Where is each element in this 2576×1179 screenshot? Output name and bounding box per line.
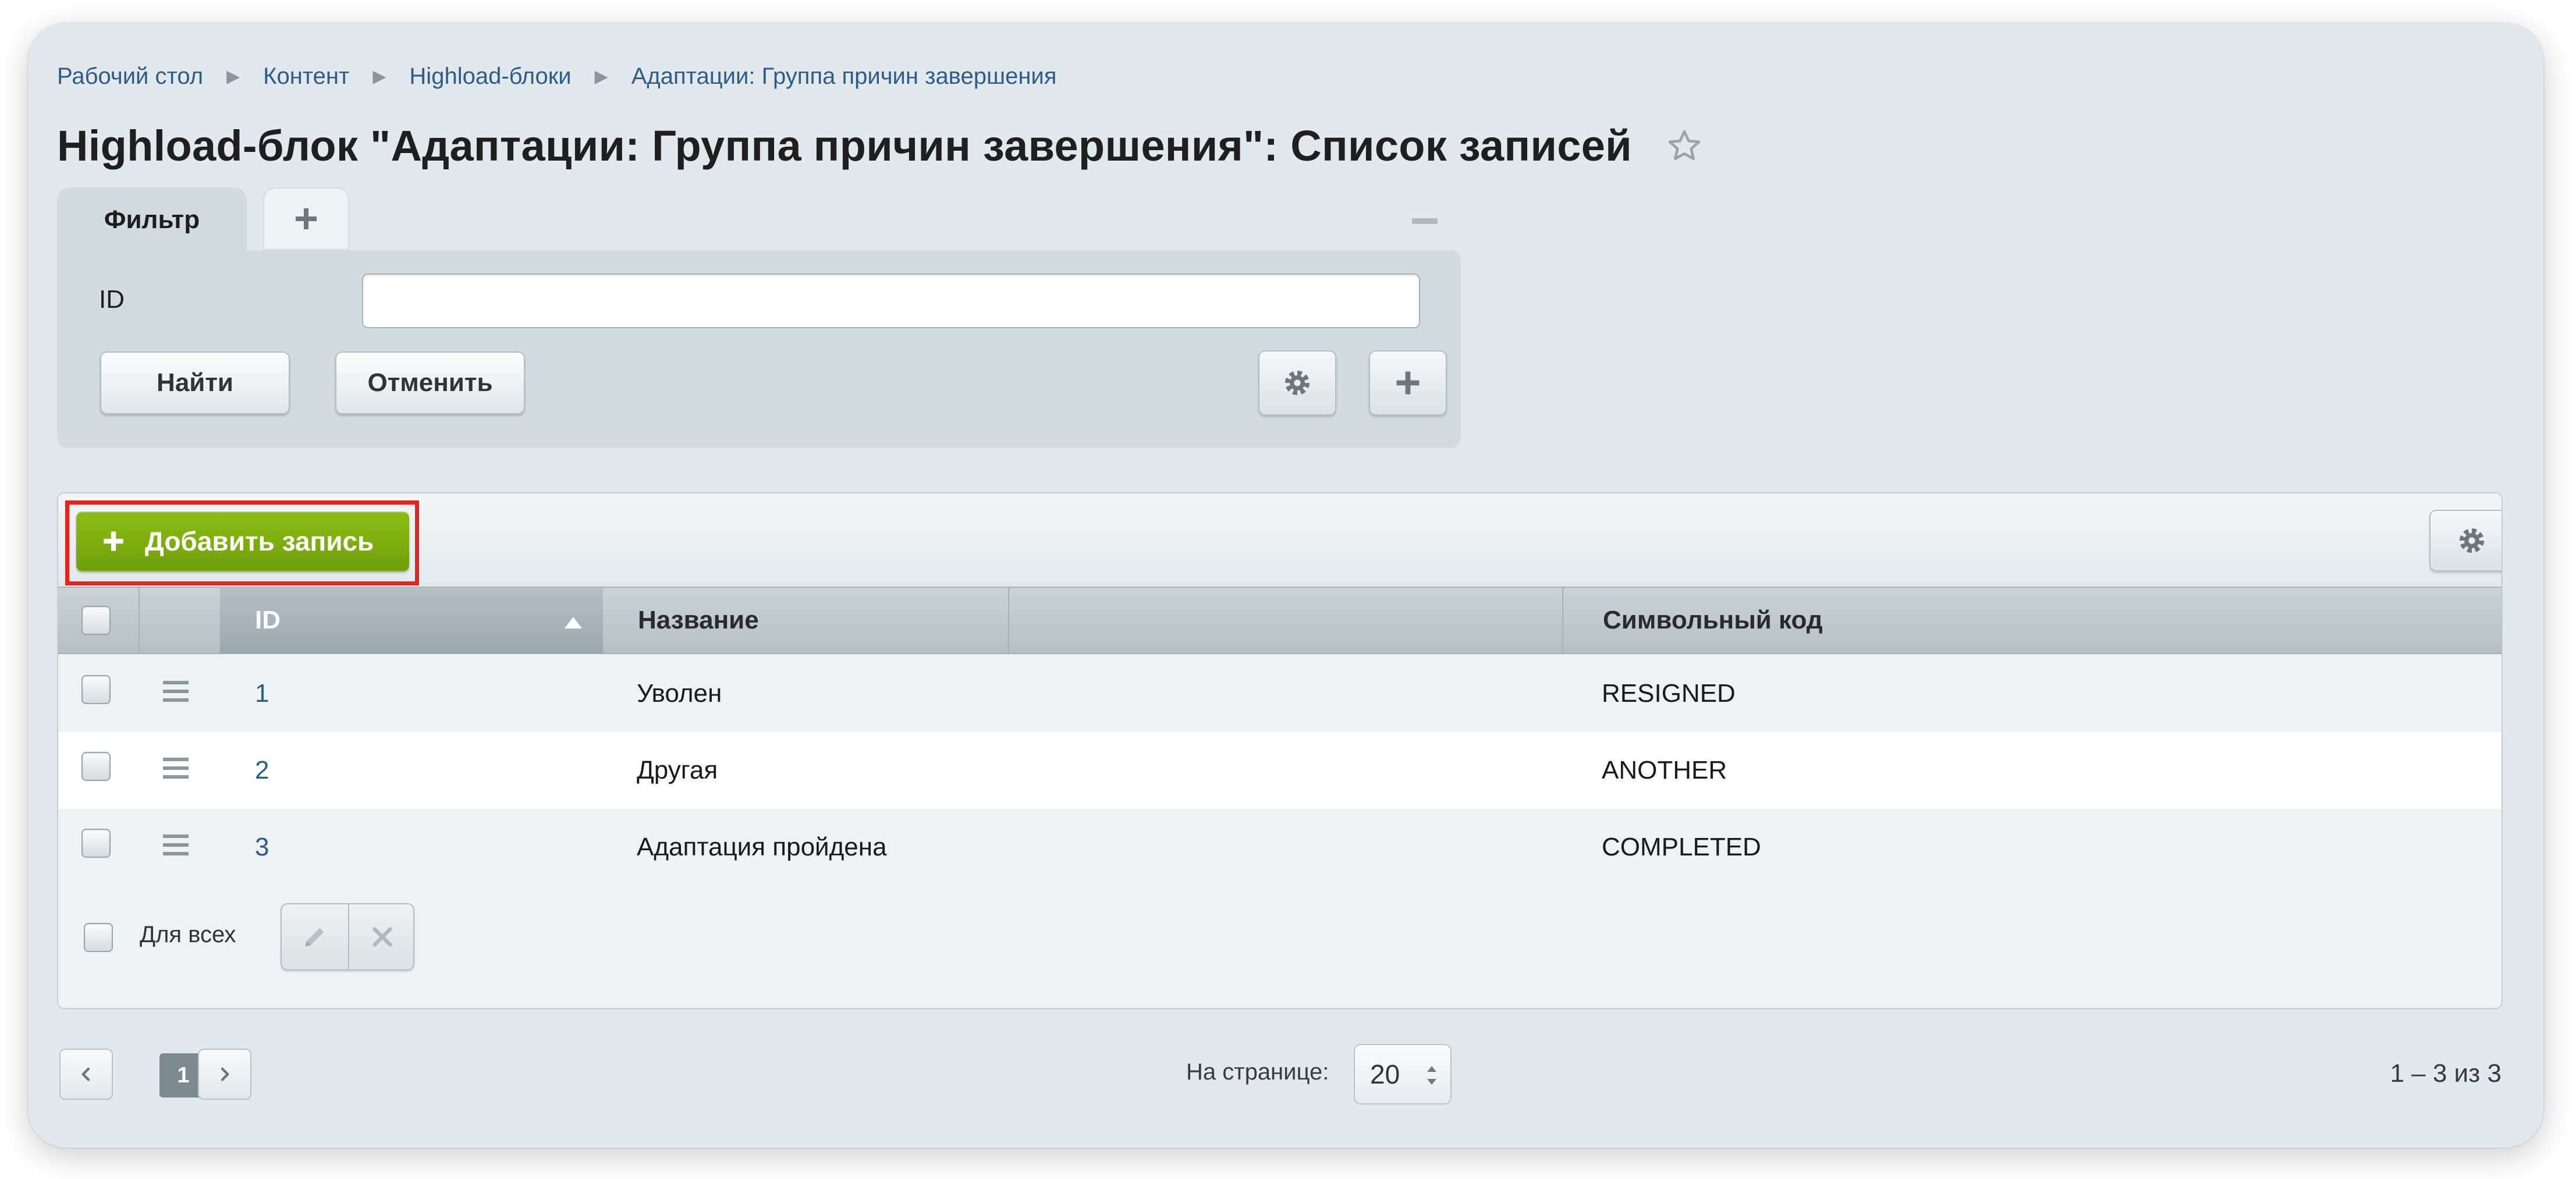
filter-add-field-button[interactable] xyxy=(1369,350,1447,416)
breadcrumb-item-current[interactable]: Адаптации: Группа причин завершения xyxy=(631,63,1057,90)
gear-icon xyxy=(1285,370,1310,396)
header-divider xyxy=(139,588,140,653)
breadcrumb-item-desktop[interactable]: Рабочий стол xyxy=(57,63,203,90)
breadcrumb: Рабочий стол ▶ Контент ▶ Highload-блоки … xyxy=(57,62,1056,91)
filter-panel: ID Найти Отменить xyxy=(57,250,1461,448)
add-record-button[interactable]: Добавить запись xyxy=(76,512,409,571)
select-all-checkbox[interactable] xyxy=(81,606,111,635)
per-page-label: На странице: xyxy=(1186,1059,1329,1085)
gear-icon xyxy=(2459,528,2485,553)
edit-button[interactable] xyxy=(282,904,348,970)
next-page-button[interactable] xyxy=(198,1049,251,1100)
records-grid: Добавить запись ID Название Символьный к… xyxy=(57,492,2503,1009)
table-row[interactable]: 3 Адаптация пройдена COMPLETED xyxy=(58,809,2502,886)
row-checkbox[interactable] xyxy=(81,829,111,858)
chevron-right-icon: ▶ xyxy=(594,66,608,86)
grid-footer: Для всех xyxy=(58,887,2502,1008)
breadcrumb-item-highload[interactable]: Highload-блоки xyxy=(409,63,571,90)
records-total: 1 – 3 из 3 xyxy=(2390,1059,2502,1088)
row-checkbox[interactable] xyxy=(81,752,111,781)
add-record-label: Добавить запись xyxy=(145,526,374,556)
filter-add-tab-button[interactable] xyxy=(263,187,349,250)
column-header-id[interactable]: ID xyxy=(220,588,603,653)
cancel-button[interactable]: Отменить xyxy=(335,351,525,414)
filter-settings-button[interactable] xyxy=(1258,350,1336,416)
row-code: RESIGNED xyxy=(1602,679,1736,708)
column-header-code[interactable]: Символьный код xyxy=(1603,588,1823,653)
filter-id-input[interactable] xyxy=(362,274,1420,328)
row-menu-icon[interactable] xyxy=(163,834,189,855)
plus-icon xyxy=(296,208,317,229)
plus-icon xyxy=(1396,371,1420,395)
group-actions xyxy=(281,903,414,971)
filter-collapse-minus-icon[interactable] xyxy=(1412,218,1438,224)
chevron-right-icon: ▶ xyxy=(226,66,240,86)
close-icon xyxy=(372,927,392,947)
table-row[interactable]: 2 Другая ANOTHER xyxy=(58,732,2502,809)
column-header-id-label: ID xyxy=(255,606,281,634)
header-divider xyxy=(1008,588,1009,653)
grid-header: ID Название Символьный код xyxy=(58,587,2502,654)
star-icon[interactable] xyxy=(1666,127,1703,165)
chevron-left-icon xyxy=(81,1067,90,1081)
per-page-select[interactable]: 20 xyxy=(1354,1044,1452,1105)
row-menu-icon[interactable] xyxy=(163,681,189,702)
filter-id-label: ID xyxy=(99,285,125,314)
row-id-link[interactable]: 1 xyxy=(255,655,269,732)
row-id-link[interactable]: 2 xyxy=(255,732,269,809)
for-all-checkbox[interactable] xyxy=(84,923,113,952)
row-code: ANOTHER xyxy=(1602,756,1727,784)
row-code: COMPLETED xyxy=(1602,833,1761,861)
select-arrows-icon xyxy=(1427,1066,1436,1085)
row-id-link[interactable]: 3 xyxy=(255,809,269,886)
title-row: Highload-блок "Адаптации: Группа причин … xyxy=(57,121,1703,171)
chevron-right-icon: ▶ xyxy=(372,66,386,86)
grid-toolbar: Добавить запись xyxy=(58,493,2502,587)
add-record-highlight: Добавить запись xyxy=(65,500,419,585)
breadcrumb-item-content[interactable]: Контент xyxy=(263,63,349,90)
header-divider xyxy=(1562,588,1563,653)
row-name: Уволен xyxy=(637,679,722,708)
row-name: Другая xyxy=(637,756,718,784)
page-title: Highload-блок "Адаптации: Группа причин … xyxy=(57,122,1632,170)
row-checkbox[interactable] xyxy=(81,675,111,704)
grid-settings-button[interactable] xyxy=(2429,510,2502,571)
find-button[interactable]: Найти xyxy=(100,351,290,414)
per-page-value: 20 xyxy=(1370,1059,1400,1089)
plus-icon xyxy=(104,531,123,551)
column-header-name[interactable]: Название xyxy=(638,588,759,653)
table-row[interactable]: 1 Уволен RESIGNED xyxy=(58,655,2502,732)
row-name: Адаптация пройдена xyxy=(637,833,887,861)
delete-button[interactable] xyxy=(349,904,413,970)
filter-tab[interactable]: Фильтр xyxy=(57,187,247,253)
sort-ascending-icon xyxy=(565,617,582,628)
prev-page-button[interactable] xyxy=(59,1049,113,1100)
chevron-right-icon xyxy=(221,1067,229,1081)
for-all-label: Для всех xyxy=(140,922,236,947)
admin-window: Рабочий стол ▶ Контент ▶ Highload-блоки … xyxy=(28,23,2543,1148)
pencil-icon xyxy=(305,928,324,947)
row-menu-icon[interactable] xyxy=(163,758,189,779)
